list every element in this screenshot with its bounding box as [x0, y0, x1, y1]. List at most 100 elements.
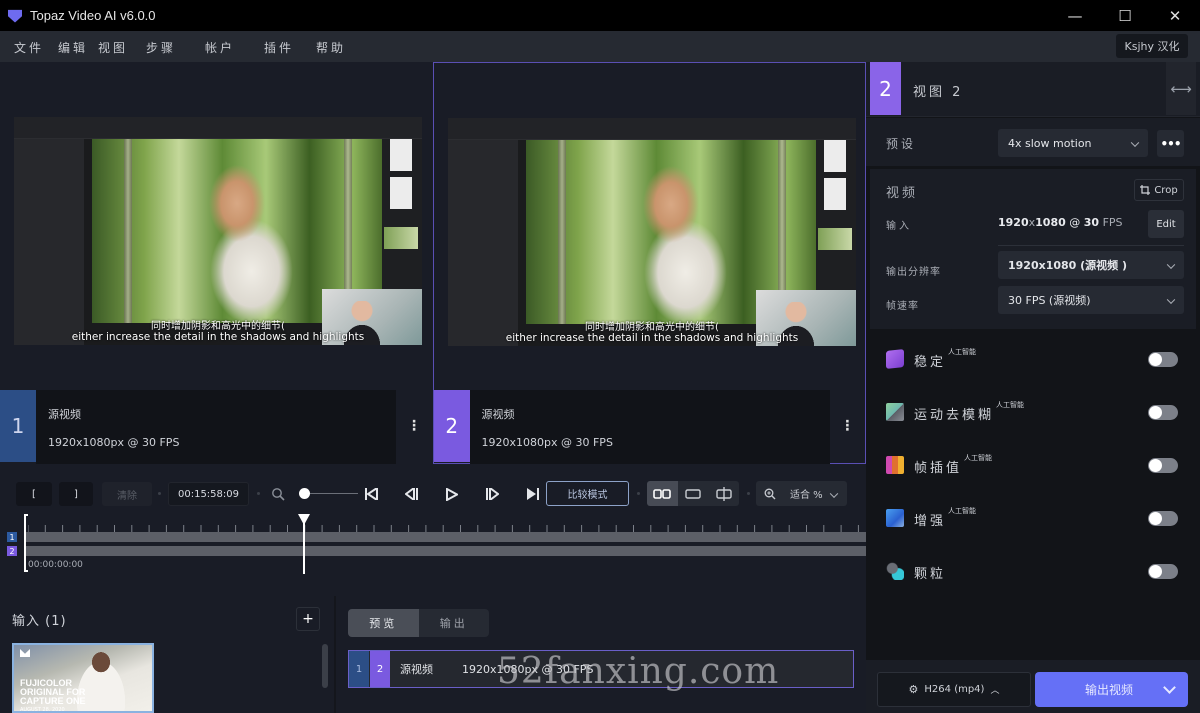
subtitle-cn: 同时增加阴影和高光中的细节(	[151, 321, 285, 332]
feature-name: 颗粒	[914, 567, 947, 582]
tree-trunk	[124, 139, 132, 323]
timeline[interactable]: 1 2 00:00:00:00	[0, 512, 866, 588]
video-section-title: 视频	[886, 186, 919, 201]
side-by-side-view-button[interactable]	[647, 481, 678, 506]
menu-view[interactable]: 视图	[98, 39, 128, 56]
menu-help[interactable]: 帮助	[316, 39, 346, 56]
zoom-fit-dropdown[interactable]: 适合 %	[756, 481, 847, 506]
crop-button[interactable]: Crop	[1134, 179, 1184, 201]
play-icon[interactable]	[442, 483, 462, 505]
skip-to-start-icon[interactable]	[361, 483, 381, 505]
timeline-track-1[interactable]	[26, 532, 866, 542]
export-label: 输出视频	[1085, 683, 1134, 697]
crop-label: Crop	[1154, 184, 1178, 196]
preview-pane-1[interactable]: 同时增加阴影和高光中的细节( either increase the detai…	[0, 62, 432, 464]
export-footer: ⚙ H264 (mp4) ︿ 输出视频	[866, 660, 1200, 713]
inputs-scrollbar[interactable]	[322, 644, 328, 688]
menu-account[interactable]: 帐户	[205, 39, 235, 56]
feature-enhancement: 增强人工智能	[866, 497, 1200, 537]
tab-preview[interactable]: 预览	[348, 609, 419, 637]
mark-in-button[interactable]: [	[16, 482, 52, 506]
menu-plugins[interactable]: 插件	[264, 39, 294, 56]
track-label-2: 2	[7, 546, 17, 556]
view-badge-2: 2	[434, 390, 470, 462]
zoom-slider-handle[interactable]	[299, 488, 310, 499]
feature-name: 运动去模糊	[914, 408, 995, 423]
codec-button[interactable]: ⚙ H264 (mp4) ︿	[877, 672, 1031, 707]
chevron-down-icon[interactable]	[1163, 681, 1176, 694]
clear-button[interactable]: 清除	[102, 482, 152, 506]
feature-frame-interpolation: 帧插值人工智能	[866, 444, 1200, 484]
source-name: 源视频	[48, 408, 81, 421]
preset-dropdown[interactable]: 4x slow motion	[998, 129, 1148, 157]
thumbnail-date: AUGUST 28, 2020	[20, 707, 65, 713]
pane-info: 源视频 1920x1080px @ 30 FPS	[36, 390, 396, 464]
minimize-button[interactable]: —	[1050, 0, 1100, 31]
maximize-button[interactable]: ☐	[1100, 0, 1150, 31]
preview-pane-2[interactable]: 同时增加阴影和高光中的细节( either increase the detai…	[433, 62, 866, 464]
video-frame[interactable]: 同时增加阴影和高光中的细节( either increase the detai…	[448, 118, 856, 346]
expand-panel-icon[interactable]: ⟷	[1166, 62, 1196, 115]
close-button[interactable]: ✕	[1150, 0, 1200, 31]
preset-more-button[interactable]: •••	[1157, 130, 1184, 157]
zoom-fit-value: 适合 %	[790, 490, 823, 501]
subtitle-en: either increase the detail in the shadow…	[505, 332, 799, 344]
enhancement-toggle[interactable]	[1148, 511, 1178, 526]
input-resolution: 1920x1080 @ 30 FPS	[998, 216, 1123, 229]
menu-file[interactable]: 文件	[14, 39, 44, 56]
separator-dot	[747, 492, 750, 495]
queue-badge-1: 1	[349, 651, 369, 687]
next-frame-icon[interactable]	[482, 483, 502, 505]
timecode-field[interactable]: 00:15:58:09	[168, 482, 249, 506]
subtitle-en: either increase the detail in the shadow…	[71, 331, 365, 343]
zoom-search-icon[interactable]	[268, 483, 288, 505]
queue-row[interactable]: 1 2 源视频 1920x1080px @ 30 FPS	[348, 650, 854, 688]
input-thumbnail[interactable]: FUJICOLOR ORIGINAL FOR CAPTURE ONE AUGUS…	[12, 643, 154, 713]
tab-export[interactable]: 输出	[419, 609, 490, 637]
image-thumb	[384, 227, 418, 249]
gear-icon: ⚙	[908, 683, 919, 696]
separator-dot	[158, 492, 161, 495]
mark-out-button[interactable]: ]	[59, 482, 93, 506]
menu-edit[interactable]: 编辑	[58, 39, 88, 56]
ai-tag: 人工智能	[948, 348, 977, 356]
frame-toolbar	[14, 117, 422, 139]
preset-row: 预设 4x slow motion •••	[866, 118, 1200, 166]
add-input-button[interactable]: +	[296, 607, 320, 631]
video-frame[interactable]: 同时增加阴影和高光中的细节( either increase the detai…	[14, 117, 422, 345]
frame-interpolation-toggle[interactable]	[1148, 458, 1178, 473]
single-view-button[interactable]	[678, 481, 709, 506]
ai-tag: 人工智能	[948, 507, 977, 515]
export-video-button[interactable]: 输出视频	[1035, 672, 1188, 707]
timeline-track-2[interactable]	[26, 546, 866, 556]
separator-dot	[637, 492, 640, 495]
more-options-icon[interactable]: ⋮	[396, 390, 432, 462]
frame-rate-label: 帧速率	[886, 301, 919, 312]
playhead-handle[interactable]	[298, 514, 311, 525]
skip-to-end-icon[interactable]	[523, 483, 543, 505]
motion-deblur-toggle[interactable]	[1148, 405, 1178, 420]
more-options-icon[interactable]: ⋮	[830, 390, 866, 462]
frame-sidebar	[14, 139, 84, 345]
output-resolution-dropdown[interactable]: 1920x1080 (源视频 )	[998, 251, 1184, 279]
pane-info: 源视频 1920x1080px @ 30 FPS	[469, 390, 830, 464]
locale-button[interactable]: Ksjhy 汉化	[1116, 34, 1188, 58]
frame-rate-dropdown[interactable]: 30 FPS (源视频)	[998, 286, 1184, 314]
enhancement-icon	[886, 509, 904, 527]
doc-thumb	[824, 178, 846, 210]
inputs-panel: 输入 (1) + FUJICOLOR ORIGINAL FOR CAPTURE …	[0, 596, 334, 713]
compare-mode-button[interactable]: 比较模式	[546, 481, 629, 506]
chevron-down-icon	[1166, 295, 1176, 304]
grain-toggle[interactable]	[1148, 564, 1178, 579]
settings-panel: 2 视图 2 ⟷ 预设 4x slow motion ••• 视频 Crop 输…	[866, 62, 1200, 713]
edit-input-button[interactable]: Edit	[1148, 210, 1184, 238]
frame-toolbar	[448, 118, 856, 140]
input-label: 输入	[886, 221, 912, 232]
feature-label: 增强人工智能	[914, 507, 977, 529]
window-controls: — ☐ ✕	[1050, 0, 1200, 31]
menu-process[interactable]: 步骤	[146, 39, 176, 56]
stabilization-toggle[interactable]	[1148, 352, 1178, 367]
split-view-button[interactable]	[708, 481, 739, 506]
pane-info-bar: 1 源视频 1920x1080px @ 30 FPS ⋮	[0, 390, 432, 464]
previous-frame-icon[interactable]	[402, 483, 422, 505]
